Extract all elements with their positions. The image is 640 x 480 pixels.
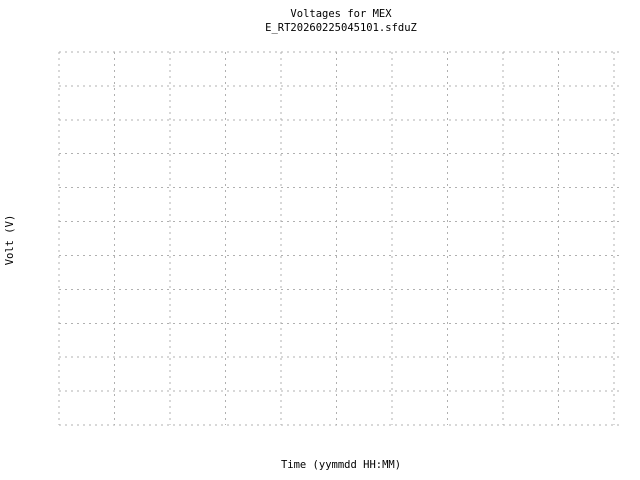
gnuplot-chart: Voltages for MEX E_RT20260225045101.sfdu… [0,0,640,480]
legend [507,56,519,60]
grid [58,51,622,426]
x-axis-label: Time (yymmdd HH:MM) [280,459,402,471]
plot-area [58,51,622,426]
